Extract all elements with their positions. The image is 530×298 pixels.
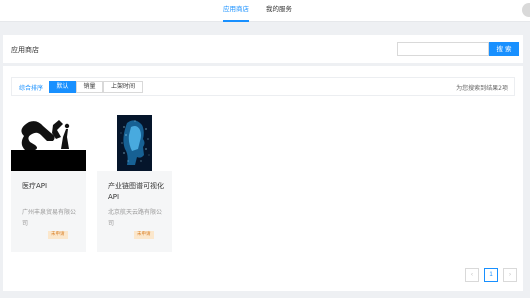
status-badge: 未申请	[134, 231, 154, 239]
tab-app-store[interactable]: 应用商店	[223, 5, 249, 13]
app-list-panel: 综合排序 默认 销量 上架时间 为您搜索到结果2项 医疗API 广州丰泉贸易有限…	[3, 66, 523, 291]
prev-page-button[interactable]: ‹	[465, 268, 479, 282]
user-avatar-icon[interactable]	[522, 3, 530, 17]
page-title: 应用商店	[11, 46, 39, 54]
search-input[interactable]	[397, 42, 489, 56]
result-count: 为您搜索到结果2项	[456, 85, 508, 92]
next-page-button[interactable]: ›	[503, 268, 517, 282]
card-title[interactable]: 产业链图谱可视化API	[108, 181, 168, 203]
digital-face-image	[97, 115, 172, 171]
search-button[interactable]: 搜 索	[489, 42, 519, 56]
card-title[interactable]: 医疗API	[22, 181, 82, 192]
sort-sales-button[interactable]: 销量	[76, 81, 103, 93]
sort-date-button[interactable]: 上架时间	[103, 81, 143, 93]
logo-image	[11, 115, 86, 171]
sort-label: 综合排序	[19, 85, 44, 92]
card-company: 北京航天云路有限公司	[108, 209, 163, 227]
app-card-supply-chain-api[interactable]: 产业链图谱可视化API 北京航天云路有限公司 未申请	[97, 115, 172, 252]
sort-default-button[interactable]: 默认	[49, 81, 76, 93]
card-company: 广州丰泉贸易有限公司	[22, 209, 77, 227]
sort-bar: 综合排序 默认 销量 上架时间 为您搜索到结果2项	[11, 77, 515, 96]
tab-my-services[interactable]: 我的服务	[266, 5, 292, 13]
app-card-medical-api[interactable]: 医疗API 广州丰泉贸易有限公司 未申请	[11, 115, 86, 252]
active-tab-indicator	[223, 20, 249, 22]
store-header: 应用商店 搜 索	[3, 35, 523, 63]
page-1-button[interactable]: 1	[484, 268, 498, 282]
status-badge: 未申请	[48, 231, 68, 239]
top-nav-bar: 应用商店 我的服务	[0, 0, 530, 22]
